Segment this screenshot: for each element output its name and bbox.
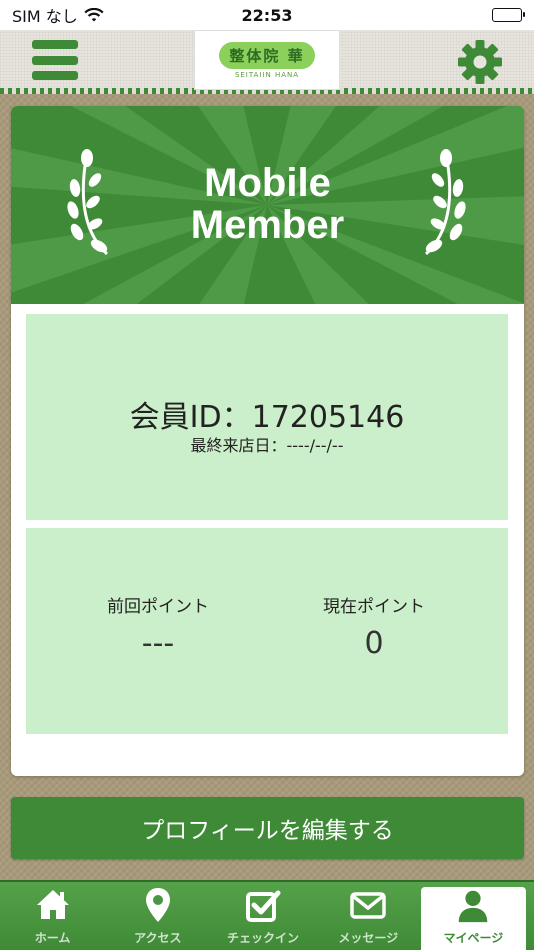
mobile-member-banner: Mobile Member — [11, 106, 524, 304]
status-left: SIM なし — [12, 3, 104, 27]
wifi-icon — [84, 7, 104, 21]
tab-label: アクセス — [134, 931, 182, 945]
tab-checkin[interactable]: チェックイン — [210, 882, 315, 950]
member-card: Mobile Member 会員ID：17205146 最終来店日：----/-… — [11, 106, 524, 776]
carrier-label: SIM なし — [12, 7, 78, 26]
user-icon — [459, 890, 488, 923]
member-info-panel: 会員ID：17205146 最終来店日：----/--/-- — [26, 314, 508, 520]
current-points-label: 現在ポイント — [323, 597, 425, 617]
tab-home[interactable]: ホーム — [0, 882, 105, 950]
logo-text: 整体院 華 — [219, 41, 315, 69]
tab-label: ホーム — [34, 931, 71, 945]
home-icon — [36, 890, 69, 919]
mail-icon — [350, 892, 386, 919]
bottom-tab-bar: ホーム アクセス チェックイン メッセージ マイページ — [0, 880, 534, 950]
points-panel: 前回ポイント --- 現在ポイント 0 — [26, 528, 508, 734]
tab-label: メッセージ — [338, 931, 399, 945]
edit-profile-button[interactable]: プロフィールを編集する — [11, 797, 524, 859]
map-pin-icon — [145, 888, 170, 922]
member-id: 会員ID：17205146 — [129, 400, 405, 435]
laurel-right-icon — [424, 149, 466, 256]
tab-label: チェックイン — [227, 931, 300, 945]
tab-mypage[interactable]: マイページ — [420, 887, 527, 950]
tab-access[interactable]: アクセス — [105, 882, 210, 950]
previous-points-value: --- — [141, 626, 175, 661]
battery-icon — [492, 8, 525, 22]
logo-subtitle: SEITAIIN HANA — [234, 70, 300, 79]
hamburger-icon[interactable] — [32, 40, 78, 80]
current-points-value: 0 — [364, 626, 384, 661]
shop-logo[interactable]: 整体院 華 SEITAIIN HANA — [194, 30, 340, 90]
gear-icon[interactable] — [456, 38, 504, 86]
last-visit-date: 最終来店日：----/--/-- — [190, 436, 344, 455]
status-bar: SIM なし 22:53 — [0, 0, 534, 30]
checkbox-icon — [246, 890, 281, 922]
tab-label: マイページ — [443, 931, 504, 945]
previous-points-label: 前回ポイント — [107, 597, 209, 617]
tab-message[interactable]: メッセージ — [316, 882, 421, 950]
